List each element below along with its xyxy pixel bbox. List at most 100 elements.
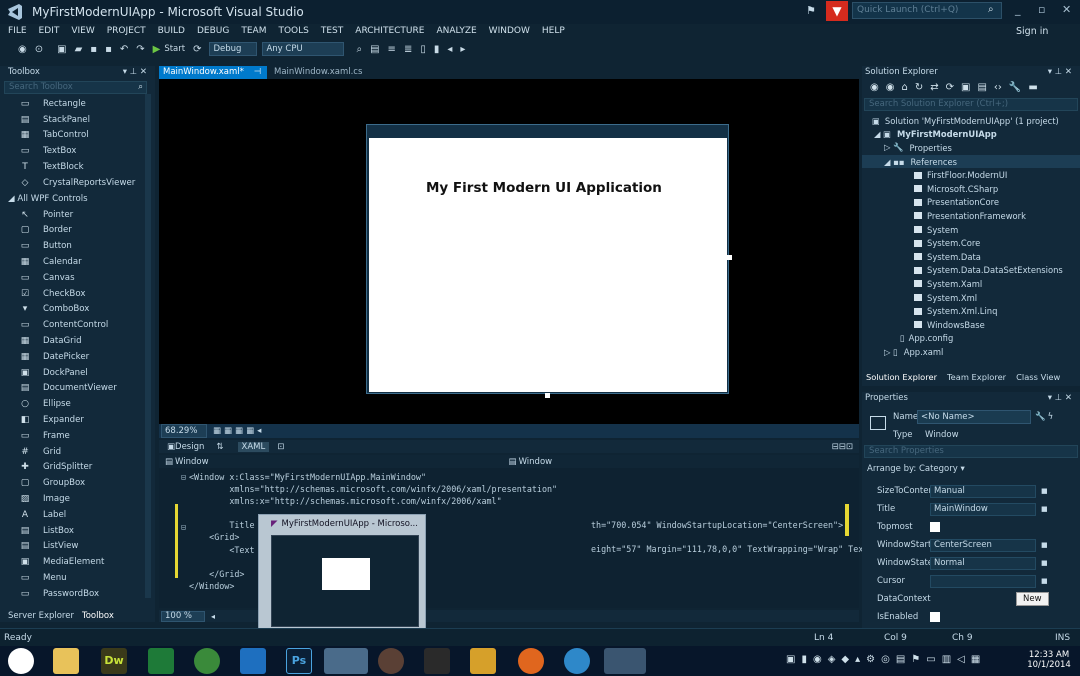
expand-icon[interactable]: ◢ ▣ — [874, 129, 891, 139]
tab-solution-explorer[interactable]: Solution Explorer — [866, 372, 937, 382]
tray-icon[interactable]: ▭ — [926, 654, 935, 665]
toolbox-item-button[interactable]: ▭ Button — [0, 238, 155, 254]
reference-item[interactable]: System.Xml — [862, 291, 1080, 305]
app-xaml-node[interactable]: ▷ ▯ App.xaml — [862, 345, 1080, 359]
menu-view[interactable]: VIEW — [71, 26, 94, 36]
scroll-left-icon[interactable]: ◂ — [211, 612, 215, 621]
notification-flag-icon[interactable]: ⚑ — [806, 4, 816, 17]
toolbox-item-frame[interactable]: ▭ Frame — [0, 428, 155, 444]
property-marker-icon[interactable]: ■ — [1041, 505, 1048, 513]
avatar-icon[interactable] — [378, 648, 404, 674]
game-icon[interactable] — [424, 648, 450, 674]
property-checkbox[interactable] — [930, 522, 940, 532]
collapse-markers[interactable]: ⊟ ⊟ — [181, 472, 186, 562]
align-right-icon[interactable]: ≣ — [404, 44, 412, 55]
heading-textblock[interactable]: My First Modern UI Application — [426, 180, 662, 196]
property-value-input[interactable]: Normal — [930, 556, 1036, 570]
toolbox-section-header[interactable]: ◢ All WPF Controls — [0, 191, 155, 207]
tray-icon[interactable]: ▣ — [786, 654, 795, 665]
design-tab-icon[interactable]: ▣ — [167, 442, 175, 452]
menu-analyze[interactable]: ANALYZE — [436, 26, 476, 36]
code-line[interactable]: xmlns="http://schemas.microsoft.com/winf… — [189, 484, 557, 496]
collapse-all-icon[interactable]: ▣ — [961, 82, 970, 93]
toolbox-item-calendar[interactable]: ▦ Calendar — [0, 254, 155, 270]
preview-icon[interactable]: ▬ — [1028, 82, 1037, 93]
menu-project[interactable]: PROJECT — [107, 26, 146, 36]
property-value-input[interactable]: Manual — [930, 484, 1036, 498]
toolbox-item-dockpanel[interactable]: ▣ DockPanel — [0, 365, 155, 381]
resize-handle[interactable] — [545, 393, 550, 398]
clock[interactable]: 12:33 AM 10/1/2014 — [1024, 650, 1074, 670]
toolbox-item-datagrid[interactable]: ▦ DataGrid — [0, 333, 155, 349]
feedback-icon[interactable]: ▼ — [826, 1, 848, 21]
wrench-icon[interactable]: 🔧 — [1035, 412, 1046, 422]
toolbox-item-stackpanel[interactable]: ▤ StackPanel — [0, 112, 155, 128]
references-node[interactable]: ◢ ▪▪ References — [862, 154, 1080, 169]
flag-icon[interactable]: ⚑ — [911, 654, 920, 665]
network-icon[interactable]: ▥ — [942, 654, 951, 665]
menu-tools[interactable]: TOOLS — [278, 26, 308, 36]
left-crumb[interactable]: Window — [175, 457, 209, 467]
visual-studio-taskbar-icon[interactable] — [324, 648, 368, 674]
quick-launch-input[interactable]: Quick Launch (Ctrl+Q) — [852, 2, 1002, 19]
toolbox-item-grid[interactable]: # Grid — [0, 444, 155, 460]
panel-controls-icon[interactable]: ▾ ⊥ ✕ — [1048, 66, 1072, 79]
tab-class-view[interactable]: Class View — [1016, 372, 1060, 382]
globe-icon[interactable] — [564, 648, 590, 674]
volume-icon[interactable]: ◁ — [957, 654, 965, 665]
reference-item[interactable]: System.Xaml — [862, 277, 1080, 291]
toolbox-item-label[interactable]: A Label — [0, 507, 155, 523]
back-icon[interactable]: ◉ — [18, 44, 27, 55]
xaml-zoom-dropdown[interactable]: 100 % — [161, 610, 205, 622]
find-icon[interactable]: ⌕ — [356, 44, 362, 55]
search-icon[interactable]: ⌕ — [138, 82, 146, 93]
new-button[interactable]: New — [1016, 592, 1049, 606]
toolbox-item-documentviewer[interactable]: ▤ DocumentViewer — [0, 381, 155, 397]
tab-mainwindow-xaml-cs[interactable]: MainWindow.xaml.cs — [270, 66, 366, 79]
chrome-icon[interactable] — [194, 648, 220, 674]
menu-edit[interactable]: EDIT — [39, 26, 60, 36]
anonymous-mask-icon[interactable] — [8, 648, 34, 674]
restore-button[interactable]: ▫ — [1038, 3, 1045, 16]
platform-dropdown[interactable]: Any CPU — [262, 42, 345, 56]
files-icon[interactable]: ▤ — [370, 44, 379, 55]
panel-controls-icon[interactable]: ▾ ⊥ ✕ — [1048, 392, 1072, 405]
back-icon[interactable]: ◉ — [870, 82, 879, 93]
zoom-dropdown[interactable]: 68.29% — [161, 424, 207, 438]
redo-icon[interactable]: ↷ — [136, 44, 144, 55]
project-node[interactable]: ◢ ▣ MyFirstModernUIApp — [862, 128, 1080, 142]
file-explorer-icon[interactable] — [53, 648, 79, 674]
toolbox-item-listbox[interactable]: ▤ ListBox — [0, 523, 155, 539]
undo-icon[interactable]: ↶ — [120, 44, 128, 55]
grid-toggle-icons[interactable]: ▦▦▦▦◂ — [213, 426, 264, 436]
bookmark-next-icon[interactable]: ▸ — [460, 44, 465, 55]
toolbox-scrollbar[interactable] — [145, 94, 151, 598]
reference-item[interactable]: System.Xml.Linq — [862, 304, 1080, 318]
taskbar-thumbnail[interactable]: ◤ MyFirstModernUIApp - Microso... — [258, 514, 426, 638]
toolbox-item-datepicker[interactable]: ▦ DatePicker — [0, 349, 155, 365]
property-value-input[interactable]: MainWindow — [930, 502, 1036, 516]
reference-item[interactable]: System.Data.DataSetExtensions — [862, 264, 1080, 278]
reference-item[interactable]: System.Core — [862, 236, 1080, 250]
excel-icon[interactable] — [148, 648, 174, 674]
pane-layout-icons[interactable]: ⊟⊟⊡ — [832, 442, 853, 452]
toolbox-item-canvas[interactable]: ▭ Canvas — [0, 270, 155, 286]
xaml-tab[interactable]: XAML — [237, 441, 270, 452]
reference-item[interactable]: PresentationFramework — [862, 209, 1080, 223]
menu-team[interactable]: TEAM — [241, 26, 266, 36]
tray-icon[interactable]: ▮ — [801, 654, 807, 665]
tray-icon[interactable]: ◎ — [881, 654, 890, 665]
toolbox-item-border[interactable]: ▢ Border — [0, 223, 155, 239]
open-icon[interactable]: ▰ — [75, 44, 83, 55]
dreamweaver-icon[interactable]: Dw — [101, 648, 127, 674]
toolbox-item-tabcontrol[interactable]: ▦ TabControl — [0, 128, 155, 144]
toolbox-item-mediaelement[interactable]: ▣ MediaElement — [0, 554, 155, 570]
reference-item[interactable]: Microsoft.CSharp — [862, 182, 1080, 196]
tray-icon[interactable]: ◆ — [841, 654, 849, 665]
collapse-icon[interactable]: ◢ — [8, 194, 17, 204]
save-all-icon[interactable]: ▪ — [105, 44, 112, 55]
tray-icon[interactable]: ◉ — [813, 654, 822, 665]
reference-item[interactable]: FirstFloor.ModernUI — [862, 168, 1080, 182]
tray-icon[interactable]: ▤ — [896, 654, 905, 665]
toolbox-item-checkbox[interactable]: ☑ CheckBox — [0, 286, 155, 302]
